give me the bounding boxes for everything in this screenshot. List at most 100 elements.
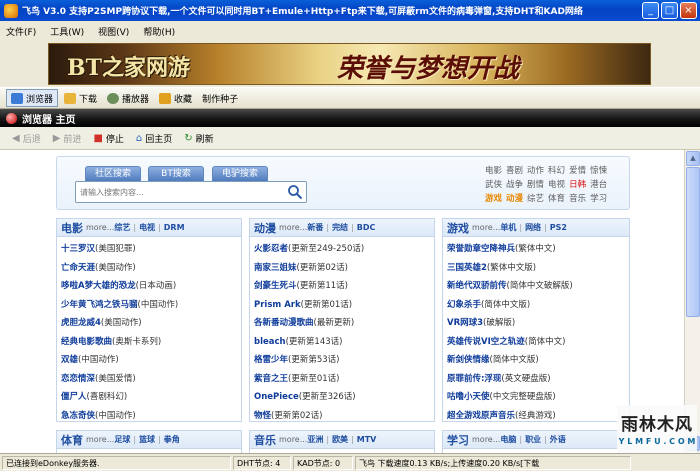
- genre-link[interactable]: 战争: [506, 180, 523, 190]
- item-title[interactable]: 三国英雄2: [447, 263, 487, 273]
- item-title[interactable]: 新绝代双骄前传: [447, 281, 507, 291]
- scroll-thumb[interactable]: [686, 167, 700, 317]
- list-item[interactable]: 咕噜小天使(中文完整硬盘版): [447, 388, 629, 407]
- item-title[interactable]: 双雄: [61, 355, 78, 365]
- genre-link[interactable]: 剧情: [527, 180, 544, 190]
- genre-link[interactable]: 惊悚: [590, 166, 607, 176]
- item-title[interactable]: Prism Ark: [254, 300, 301, 310]
- close-button[interactable]: ×: [680, 2, 697, 19]
- list-item[interactable]: 幻象杀手(简体中文版): [447, 296, 629, 315]
- toolbar-download-button[interactable]: 下载: [60, 89, 101, 107]
- item-title[interactable]: 幻象杀手: [447, 300, 481, 310]
- genre-link[interactable]: 游戏: [485, 194, 502, 204]
- list-item[interactable]: 十三罗汉(美国犯罪): [61, 240, 241, 259]
- subcategory-link[interactable]: 职业: [525, 434, 541, 445]
- item-title[interactable]: OnePiece: [254, 392, 299, 402]
- tab-edonkey-search[interactable]: 电驴搜索: [212, 166, 268, 181]
- menu-file[interactable]: 文件(F): [6, 25, 36, 38]
- item-title[interactable]: 英雄传说VI空之轨迹: [447, 337, 525, 347]
- genre-link[interactable]: 音乐: [569, 194, 586, 204]
- list-item[interactable]: 亡命天涯(美国动作): [61, 259, 241, 278]
- subcategory-link[interactable]: 足球: [114, 434, 130, 445]
- tab-community-search[interactable]: 社区搜索: [85, 166, 141, 181]
- item-title[interactable]: 荣誉勋章空降神兵: [447, 244, 515, 254]
- genre-link[interactable]: 电影: [485, 166, 502, 176]
- list-item[interactable]: 紫音之王(更新至01话): [254, 370, 434, 389]
- list-item[interactable]: 火影忍者(更新至249-250话): [254, 240, 434, 259]
- genre-link[interactable]: 喜剧: [506, 166, 523, 176]
- category-title[interactable]: 音乐: [254, 432, 276, 448]
- genre-link[interactable]: 动作: [527, 166, 544, 176]
- more-link[interactable]: more...: [472, 223, 500, 232]
- more-link[interactable]: more...: [279, 223, 307, 232]
- back-button[interactable]: ◀ 后退: [12, 132, 41, 145]
- subcategory-link[interactable]: 电视: [139, 222, 155, 233]
- subcategory-link[interactable]: 亚洲: [307, 434, 323, 445]
- toolbar-player-button[interactable]: 播放器: [103, 89, 153, 107]
- item-title[interactable]: 十三罗汉: [61, 244, 95, 254]
- ad-banner[interactable]: BT之家网游 荣誉与梦想开战: [48, 43, 651, 85]
- search-icon[interactable]: [287, 184, 303, 200]
- genre-link[interactable]: 港台: [590, 180, 607, 190]
- category-title[interactable]: 电影: [61, 220, 83, 236]
- genre-link[interactable]: 电视: [548, 180, 565, 190]
- genre-link[interactable]: 武侠: [485, 180, 502, 190]
- item-title[interactable]: 各新番动漫歌曲: [254, 318, 314, 328]
- search-input[interactable]: [80, 185, 280, 199]
- genre-link[interactable]: 日韩: [569, 180, 586, 190]
- list-item[interactable]: 僵尸人(喜剧科幻): [61, 388, 241, 407]
- item-title[interactable]: 亡命天涯: [61, 263, 95, 273]
- toolbar-make-torrent-button[interactable]: 制作种子: [198, 89, 242, 107]
- item-title[interactable]: VR网球3: [447, 318, 483, 328]
- item-title[interactable]: 少年黄飞鸿之铁马骝: [61, 300, 138, 310]
- list-item[interactable]: 哆啦A梦大雄的恐龙(日本动画): [61, 277, 241, 296]
- item-title[interactable]: 经典电影歌曲: [61, 337, 112, 347]
- list-item[interactable]: 原罪前传:浮现(英文硬盘版): [447, 370, 629, 389]
- subcategory-link[interactable]: 综艺: [114, 222, 130, 233]
- subcategory-link[interactable]: 篮球: [139, 434, 155, 445]
- list-item[interactable]: 新剑侠情缘(简体中文版): [447, 351, 629, 370]
- category-title[interactable]: 动漫: [254, 220, 276, 236]
- list-item[interactable]: 经典电影歌曲(奥斯卡系列): [61, 333, 241, 352]
- item-title[interactable]: 剑豪生死斗: [254, 281, 297, 291]
- item-title[interactable]: bleach: [254, 337, 286, 347]
- list-item[interactable]: 南家三姐妹(更新第02话): [254, 259, 434, 278]
- list-item[interactable]: VR网球3(破解版): [447, 314, 629, 333]
- item-title[interactable]: 虎胆龙威4: [61, 318, 101, 328]
- list-item[interactable]: 荣誉勋章空降神兵(繁体中文): [447, 240, 629, 259]
- list-item[interactable]: OnePiece(更新至326话): [254, 388, 434, 407]
- subcategory-link[interactable]: 外语: [550, 434, 566, 445]
- list-item[interactable]: 恋恋情深(美国爱情): [61, 370, 241, 389]
- home-button[interactable]: ⌂ 回主页: [136, 132, 172, 145]
- item-title[interactable]: 新剑侠情缘: [447, 355, 490, 365]
- list-item[interactable]: 少年黄飞鸿之铁马骝(中国动作): [61, 296, 241, 315]
- subcategory-link[interactable]: 完结: [332, 222, 348, 233]
- genre-link[interactable]: 体育: [548, 194, 565, 204]
- genre-link[interactable]: 爱情: [569, 166, 586, 176]
- list-item[interactable]: 剑豪生死斗(更新第11话): [254, 277, 434, 296]
- item-title[interactable]: 咕噜小天使: [447, 392, 490, 402]
- subcategory-link[interactable]: 电脑: [500, 434, 516, 445]
- menu-tools[interactable]: 工具(W): [50, 25, 84, 38]
- list-item[interactable]: 新绝代双骄前传(简体中文破解版): [447, 277, 629, 296]
- item-title[interactable]: 原罪前传:浮现: [447, 374, 501, 384]
- menu-view[interactable]: 视图(V): [98, 25, 129, 38]
- subcategory-link[interactable]: 欧美: [332, 434, 348, 445]
- stop-button[interactable]: ■ 停止: [93, 132, 123, 145]
- genre-link[interactable]: 动漫: [506, 194, 523, 204]
- more-link[interactable]: more...: [86, 223, 114, 232]
- toolbar-favorites-button[interactable]: 收藏: [155, 89, 196, 107]
- list-item[interactable]: 英雄传说VI空之轨迹(简体中文): [447, 333, 629, 352]
- item-title[interactable]: 超全游戏原声音乐: [447, 411, 515, 421]
- subcategory-link[interactable]: DRM: [164, 223, 185, 232]
- browser-tab-title[interactable]: 浏览器 主页: [22, 111, 75, 126]
- menu-help[interactable]: 帮助(H): [143, 25, 175, 38]
- category-title[interactable]: 体育: [61, 432, 83, 448]
- refresh-button[interactable]: ↻ 刷新: [184, 132, 213, 145]
- genre-link[interactable]: 综艺: [527, 194, 544, 204]
- subcategory-link[interactable]: BDC: [357, 223, 376, 232]
- more-link[interactable]: more...: [472, 435, 500, 444]
- subcategory-link[interactable]: MTV: [357, 435, 377, 444]
- list-item[interactable]: 各新番动漫歌曲(最新更新): [254, 314, 434, 333]
- item-title[interactable]: 哆啦A梦大雄的恐龙: [61, 281, 136, 291]
